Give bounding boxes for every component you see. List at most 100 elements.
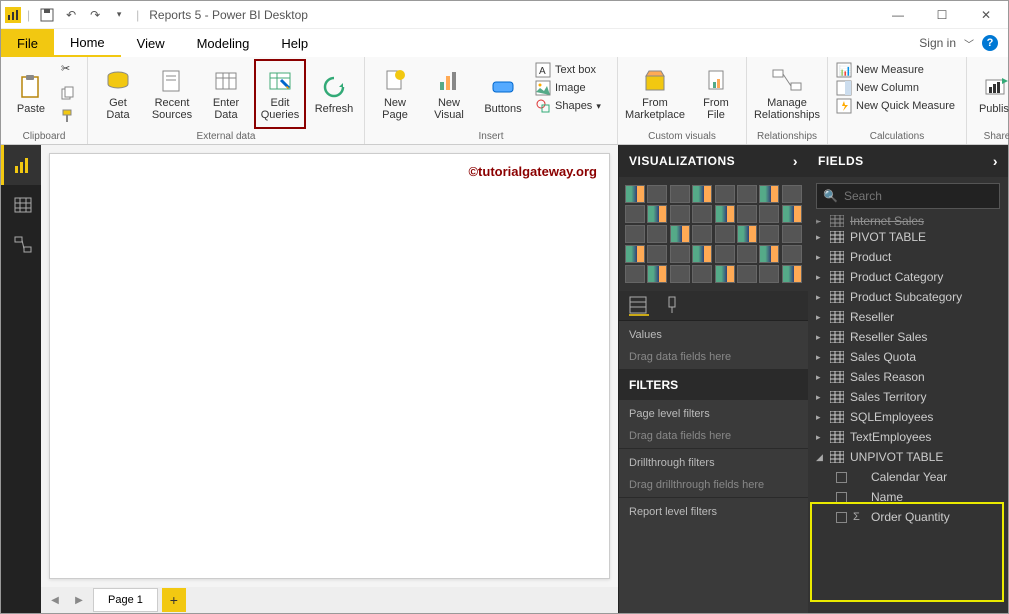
minimize-button[interactable]: — — [876, 1, 920, 29]
get-data-button[interactable]: Get Data — [92, 59, 144, 129]
close-button[interactable]: ✕ — [964, 1, 1008, 29]
new-measure-button[interactable]: 📊New Measure — [834, 61, 960, 79]
viz-tile[interactable] — [759, 205, 779, 223]
viz-tile[interactable] — [715, 265, 735, 283]
viz-tile[interactable] — [737, 225, 757, 243]
viz-tile[interactable] — [715, 185, 735, 203]
help-icon[interactable]: ? — [982, 35, 998, 51]
search-box[interactable]: 🔍 — [816, 183, 1000, 209]
viz-tile[interactable] — [737, 245, 757, 263]
field-column[interactable]: Calendar Year — [808, 467, 1008, 487]
values-dropzone[interactable]: Drag data fields here — [619, 345, 808, 370]
viz-tile[interactable] — [625, 225, 645, 243]
viz-tile[interactable] — [692, 205, 712, 223]
viz-tile[interactable] — [737, 205, 757, 223]
viz-tile[interactable] — [692, 185, 712, 203]
field-table[interactable]: ▸Internet Sales — [808, 215, 1008, 227]
menu-home[interactable]: Home — [54, 29, 121, 57]
viz-tile[interactable] — [625, 185, 645, 203]
viz-tile[interactable] — [759, 225, 779, 243]
field-table[interactable]: ▸TextEmployees — [808, 427, 1008, 447]
field-table[interactable]: ▸Reseller — [808, 307, 1008, 327]
qat-dropdown-icon[interactable]: ▾ — [108, 4, 130, 26]
field-table[interactable]: ▸PIVOT TABLE — [808, 227, 1008, 247]
copy-button[interactable] — [59, 82, 83, 104]
cut-button[interactable]: ✂ — [59, 59, 83, 81]
refresh-button[interactable]: Refresh — [308, 59, 360, 129]
field-table[interactable]: ▸Product Subcategory — [808, 287, 1008, 307]
shapes-button[interactable]: Shapes ▾ — [533, 97, 611, 115]
field-table[interactable]: ▸SQLEmployees — [808, 407, 1008, 427]
field-table[interactable]: ▸Sales Reason — [808, 367, 1008, 387]
viz-tile[interactable] — [782, 245, 802, 263]
viz-tile[interactable] — [670, 265, 690, 283]
viz-tile[interactable] — [782, 265, 802, 283]
viz-tile[interactable] — [715, 225, 735, 243]
viz-tile[interactable] — [670, 225, 690, 243]
viz-tile[interactable] — [647, 185, 667, 203]
field-table[interactable]: ▸Reseller Sales — [808, 327, 1008, 347]
tab-prev-button[interactable]: ◀ — [45, 590, 65, 610]
enter-data-button[interactable]: Enter Data — [200, 59, 252, 129]
image-button[interactable]: Image — [533, 79, 611, 97]
viz-tile[interactable] — [692, 265, 712, 283]
new-visual-button[interactable]: New Visual — [423, 59, 475, 129]
from-marketplace-button[interactable]: From Marketplace — [622, 59, 688, 129]
model-view-button[interactable] — [1, 225, 41, 265]
field-table[interactable]: ◢UNPIVOT TABLE — [808, 447, 1008, 467]
search-input[interactable] — [844, 189, 999, 203]
page-filters-dropzone[interactable]: Drag data fields here — [619, 424, 808, 449]
viz-tile[interactable] — [670, 205, 690, 223]
menu-file[interactable]: File — [1, 29, 54, 57]
from-file-button[interactable]: From File — [690, 59, 742, 129]
sign-in-link[interactable]: Sign in — [919, 36, 956, 50]
viz-tile[interactable] — [782, 185, 802, 203]
edit-queries-button[interactable]: Edit Queries — [254, 59, 306, 129]
page-tab-1[interactable]: Page 1 — [93, 588, 158, 612]
viz-tile[interactable] — [647, 245, 667, 263]
menu-help[interactable]: Help — [265, 29, 324, 57]
paste-button[interactable]: Paste — [5, 59, 57, 129]
viz-tile[interactable] — [625, 205, 645, 223]
collapse-viz-icon[interactable]: › — [793, 153, 798, 169]
report-view-button[interactable] — [1, 145, 41, 185]
viz-tile[interactable] — [692, 245, 712, 263]
viz-tile[interactable] — [625, 245, 645, 263]
drillthrough-dropzone[interactable]: Drag drillthrough fields here — [619, 473, 808, 498]
fields-pane-icon[interactable] — [629, 296, 649, 316]
field-table[interactable]: ▸Product Category — [808, 267, 1008, 287]
field-table[interactable]: ▸Product — [808, 247, 1008, 267]
publish-button[interactable]: Publish — [971, 59, 1009, 129]
recent-sources-button[interactable]: Recent Sources — [146, 59, 198, 129]
report-canvas[interactable]: ©tutorialgateway.org — [49, 153, 610, 579]
viz-tile[interactable] — [782, 205, 802, 223]
manage-relationships-button[interactable]: Manage Relationships — [751, 59, 823, 129]
format-pane-icon[interactable] — [663, 296, 683, 316]
menu-modeling[interactable]: Modeling — [181, 29, 266, 57]
field-column[interactable]: ΣOrder Quantity — [808, 507, 1008, 527]
redo-icon[interactable]: ↷ — [84, 4, 106, 26]
data-view-button[interactable] — [1, 185, 41, 225]
add-page-button[interactable]: + — [162, 588, 186, 612]
viz-tile[interactable] — [692, 225, 712, 243]
viz-tile[interactable] — [670, 185, 690, 203]
menu-view[interactable]: View — [121, 29, 181, 57]
buttons-button[interactable]: Buttons — [477, 59, 529, 129]
field-table[interactable]: ▸Sales Quota — [808, 347, 1008, 367]
viz-tile[interactable] — [647, 265, 667, 283]
tab-next-button[interactable]: ▶ — [69, 590, 89, 610]
text-box-button[interactable]: AText box — [533, 61, 611, 79]
maximize-button[interactable]: ☐ — [920, 1, 964, 29]
viz-tile[interactable] — [715, 245, 735, 263]
new-page-button[interactable]: New Page — [369, 59, 421, 129]
viz-tile[interactable] — [759, 185, 779, 203]
chevron-down-icon[interactable]: ﹀ — [964, 36, 974, 51]
undo-icon[interactable]: ↶ — [60, 4, 82, 26]
save-icon[interactable] — [36, 4, 58, 26]
viz-tile[interactable] — [782, 225, 802, 243]
viz-tile[interactable] — [759, 265, 779, 283]
viz-tile[interactable] — [715, 205, 735, 223]
viz-tile[interactable] — [737, 185, 757, 203]
collapse-fields-icon[interactable]: › — [993, 153, 998, 169]
new-column-button[interactable]: New Column — [834, 79, 960, 97]
